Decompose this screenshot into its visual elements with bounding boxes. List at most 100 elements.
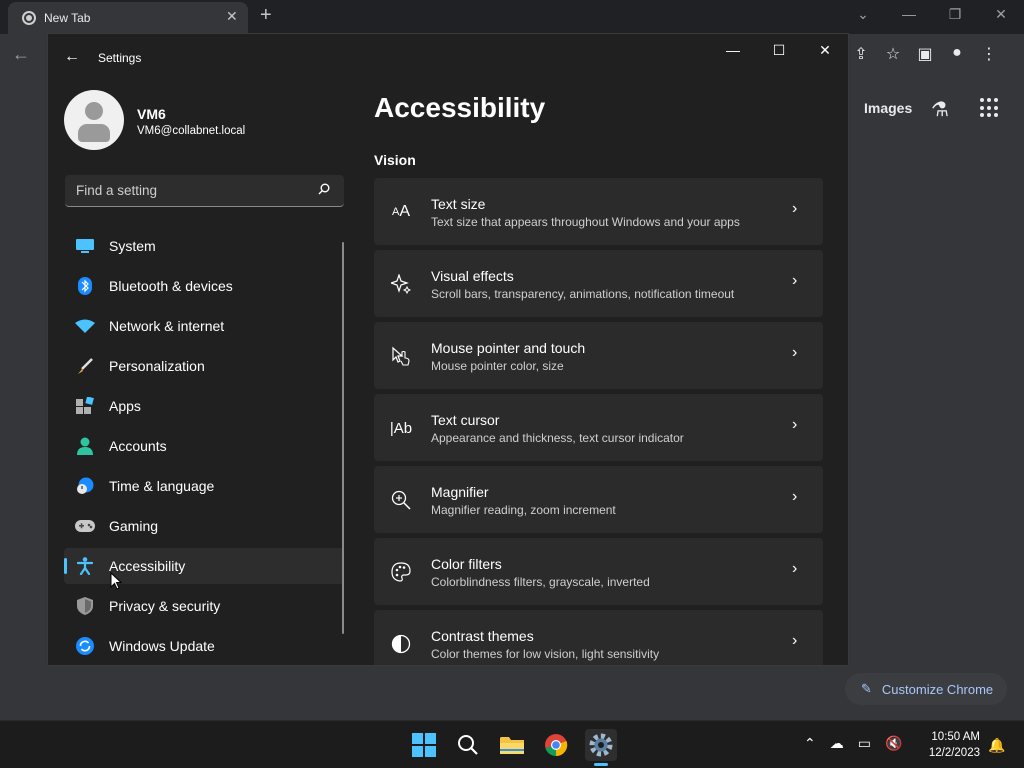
title-bar: ← Settings — ☐ ✕ [48, 34, 848, 82]
magnifier-icon [390, 490, 412, 510]
user-profile[interactable]: VM6 VM6@collabnet.local [64, 90, 344, 150]
user-email: VM6@collabnet.local [137, 125, 246, 137]
settings-window: ← Settings — ☐ ✕ VM6 VM6@collabnet.local… [47, 33, 849, 666]
card-title: Text cursor [431, 412, 500, 428]
sidebar-item-accounts[interactable]: Accounts [64, 428, 344, 464]
card-description: Colorblindness filters, grayscale, inver… [431, 575, 650, 589]
chevron-right-icon: › [792, 488, 798, 505]
sidebar-item-bluetooth[interactable]: Bluetooth & devices [64, 268, 344, 304]
customize-chrome-button[interactable]: ✎ Customize Chrome [845, 673, 1007, 705]
clock-date: 12/2/2023 [928, 747, 980, 759]
browser-tab-title: New Tab [44, 11, 91, 25]
user-name: VM6 [137, 106, 166, 122]
new-tab-button[interactable]: + [260, 4, 272, 27]
images-link[interactable]: Images [864, 100, 912, 116]
chevron-right-icon: › [792, 416, 798, 433]
share-icon[interactable]: ⇪ [852, 44, 870, 64]
volume-muted-icon[interactable]: 🔇 [885, 735, 902, 752]
mouse-cursor-icon [110, 572, 122, 590]
sidebar-item-system[interactable]: System [64, 228, 344, 264]
chevron-up-icon[interactable]: ⌃ [804, 735, 816, 752]
chrome-taskbar-icon[interactable] [540, 729, 572, 761]
card-title: Color filters [431, 556, 502, 572]
customize-chrome-label: Customize Chrome [881, 681, 994, 697]
sidebar-item-network[interactable]: Network & internet [64, 308, 344, 344]
close-icon[interactable]: ✕ [978, 0, 1024, 30]
card-title: Visual effects [431, 268, 514, 284]
taskbar-search-icon[interactable] [452, 729, 484, 761]
update-icon [75, 637, 95, 655]
sidebar-item-label: Gaming [109, 518, 159, 534]
bookmark-star-icon[interactable]: ☆ [884, 44, 902, 64]
sidebar-item-accessibility[interactable]: Accessibility [64, 548, 344, 584]
search-input[interactable] [65, 175, 310, 206]
menu-dots-icon[interactable]: ⋮ [980, 44, 998, 64]
close-button[interactable]: ✕ [802, 34, 848, 66]
sidebar-item-apps[interactable]: Apps [64, 388, 344, 424]
accessibility-icon [75, 557, 95, 575]
window-controls: — ☐ ✕ [710, 34, 848, 66]
text-size-icon: AA [391, 203, 410, 220]
card-color-filters[interactable]: Color filters Colorblindness filters, gr… [374, 538, 823, 605]
settings-card-list: AA Text size Text size that appears thro… [374, 178, 823, 665]
sidebar-item-label: Privacy & security [109, 598, 221, 614]
pointer-touch-icon [390, 346, 412, 366]
chevron-right-icon: › [792, 344, 798, 361]
minimize-icon[interactable]: — [886, 0, 932, 30]
sparkle-icon [390, 274, 412, 294]
system-tray: ⌃ ☁ ▭ 🔇 [804, 735, 902, 752]
card-title: Magnifier [431, 484, 489, 500]
close-tab-icon[interactable]: ✕ [226, 8, 238, 25]
settings-taskbar-icon[interactable] [585, 729, 617, 761]
card-description: Mouse pointer color, size [431, 359, 564, 373]
search-icon[interactable] [318, 183, 330, 195]
sidebar-item-label: Network & internet [109, 318, 225, 334]
side-panel-icon[interactable]: ▣ [916, 44, 934, 64]
tab-search-icon[interactable]: ⌄ [840, 0, 886, 30]
browser-tab[interactable]: New Tab ✕ [8, 2, 248, 34]
sidebar-item-windows-update[interactable]: Windows Update [64, 628, 344, 664]
sidebar-item-gaming[interactable]: Gaming [64, 508, 344, 544]
network-icon[interactable]: ▭ [858, 735, 871, 752]
search-box [65, 175, 344, 207]
file-explorer-icon[interactable] [496, 729, 528, 761]
sidebar-item-time-language[interactable]: Time & language [64, 468, 344, 504]
card-visual-effects[interactable]: Visual effects Scroll bars, transparency… [374, 250, 823, 317]
back-arrow-icon[interactable]: ← [64, 48, 80, 66]
card-title: Text size [431, 196, 486, 212]
card-text-size[interactable]: AA Text size Text size that appears thro… [374, 178, 823, 245]
restore-icon[interactable]: ❐ [932, 0, 978, 30]
apps-icon [75, 397, 95, 415]
card-contrast-themes[interactable]: Contrast themes Color themes for low vis… [374, 610, 823, 665]
sidebar-item-privacy[interactable]: Privacy & security [64, 588, 344, 624]
chevron-right-icon: › [792, 272, 798, 289]
card-title: Contrast themes [431, 628, 534, 644]
onedrive-cloud-icon[interactable]: ☁ [830, 735, 844, 752]
sidebar-item-label: Accounts [109, 438, 167, 454]
card-description: Color themes for low vision, light sensi… [431, 647, 660, 661]
labs-flask-icon[interactable]: ⚗ [931, 97, 949, 122]
sidebar-item-label: Personalization [109, 358, 205, 374]
card-description: Magnifier reading, zoom increment [431, 503, 616, 517]
contrast-icon [390, 634, 412, 654]
minimize-button[interactable]: — [710, 34, 756, 66]
app-title: Settings [98, 51, 142, 65]
profile-icon[interactable]: ● [948, 44, 966, 64]
chevron-right-icon: › [792, 560, 798, 577]
sidebar-item-label: Apps [109, 398, 141, 414]
google-apps-icon[interactable] [980, 98, 1000, 118]
notification-bell-icon[interactable]: 🔔 [988, 737, 1005, 754]
card-text-cursor[interactable]: |Ab Text cursor Appearance and thickness… [374, 394, 823, 461]
maximize-button[interactable]: ☐ [756, 34, 802, 66]
start-windows-icon[interactable] [408, 729, 440, 761]
browser-back-icon[interactable]: ← [12, 44, 30, 65]
card-magnifier[interactable]: Magnifier Magnifier reading, zoom increm… [374, 466, 823, 533]
palette-icon [390, 562, 412, 582]
sidebar-item-personalization[interactable]: Personalization [64, 348, 344, 384]
monitor-icon [75, 237, 95, 255]
card-mouse-pointer-touch[interactable]: Mouse pointer and touch Mouse pointer co… [374, 322, 823, 389]
person-icon [75, 437, 95, 455]
taskbar-clock[interactable]: 10:50 AM 12/2/2023 [918, 729, 980, 761]
sidebar-scrollbar[interactable] [342, 242, 344, 634]
sidebar-item-label: Windows Update [109, 638, 215, 654]
